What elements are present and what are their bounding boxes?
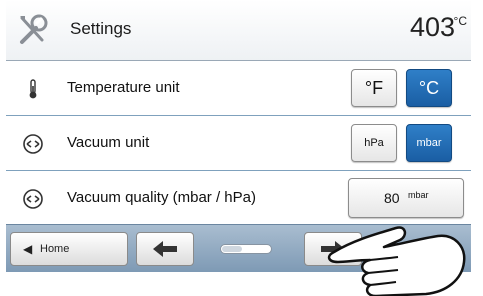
fahrenheit-button[interactable]: °F	[351, 69, 397, 107]
page-indicator	[220, 244, 272, 254]
thermometer-icon	[29, 79, 37, 99]
home-button-label: Home	[40, 243, 70, 255]
arrow-left-icon	[153, 241, 177, 257]
back-button[interactable]	[136, 232, 194, 266]
hpa-button[interactable]: hPa	[351, 124, 397, 162]
home-button[interactable]: ◀ Home	[10, 232, 128, 266]
temperature-unit-label: Temperature unit	[67, 79, 180, 96]
vacuum-quality-unit: mbar	[408, 190, 429, 200]
pointing-hand-icon	[327, 226, 466, 296]
wrench-screwdriver-icon	[20, 14, 48, 44]
vacuum-gauge-icon	[23, 189, 43, 209]
celsius-button[interactable]: °C	[406, 69, 452, 107]
temperature-readout: 403	[409, 12, 455, 42]
setting-row-temperature-unit: Temperature unit °F °C	[6, 61, 471, 115]
temperature-readout-unit: °C	[453, 14, 467, 28]
header-bar: Settings 403 °C	[6, 0, 471, 61]
page-title: Settings	[70, 19, 132, 38]
vacuum-unit-label: Vacuum unit	[67, 134, 150, 151]
mbar-button[interactable]: mbar	[406, 124, 452, 162]
vacuum-quality-label: Vacuum quality (mbar / hPa)	[67, 189, 256, 206]
setting-row-vacuum-unit: Vacuum unit hPa mbar	[6, 116, 471, 170]
triangle-left-icon: ◀	[23, 242, 33, 256]
vacuum-gauge-icon	[23, 134, 43, 154]
page-indicator-fill	[222, 246, 242, 252]
